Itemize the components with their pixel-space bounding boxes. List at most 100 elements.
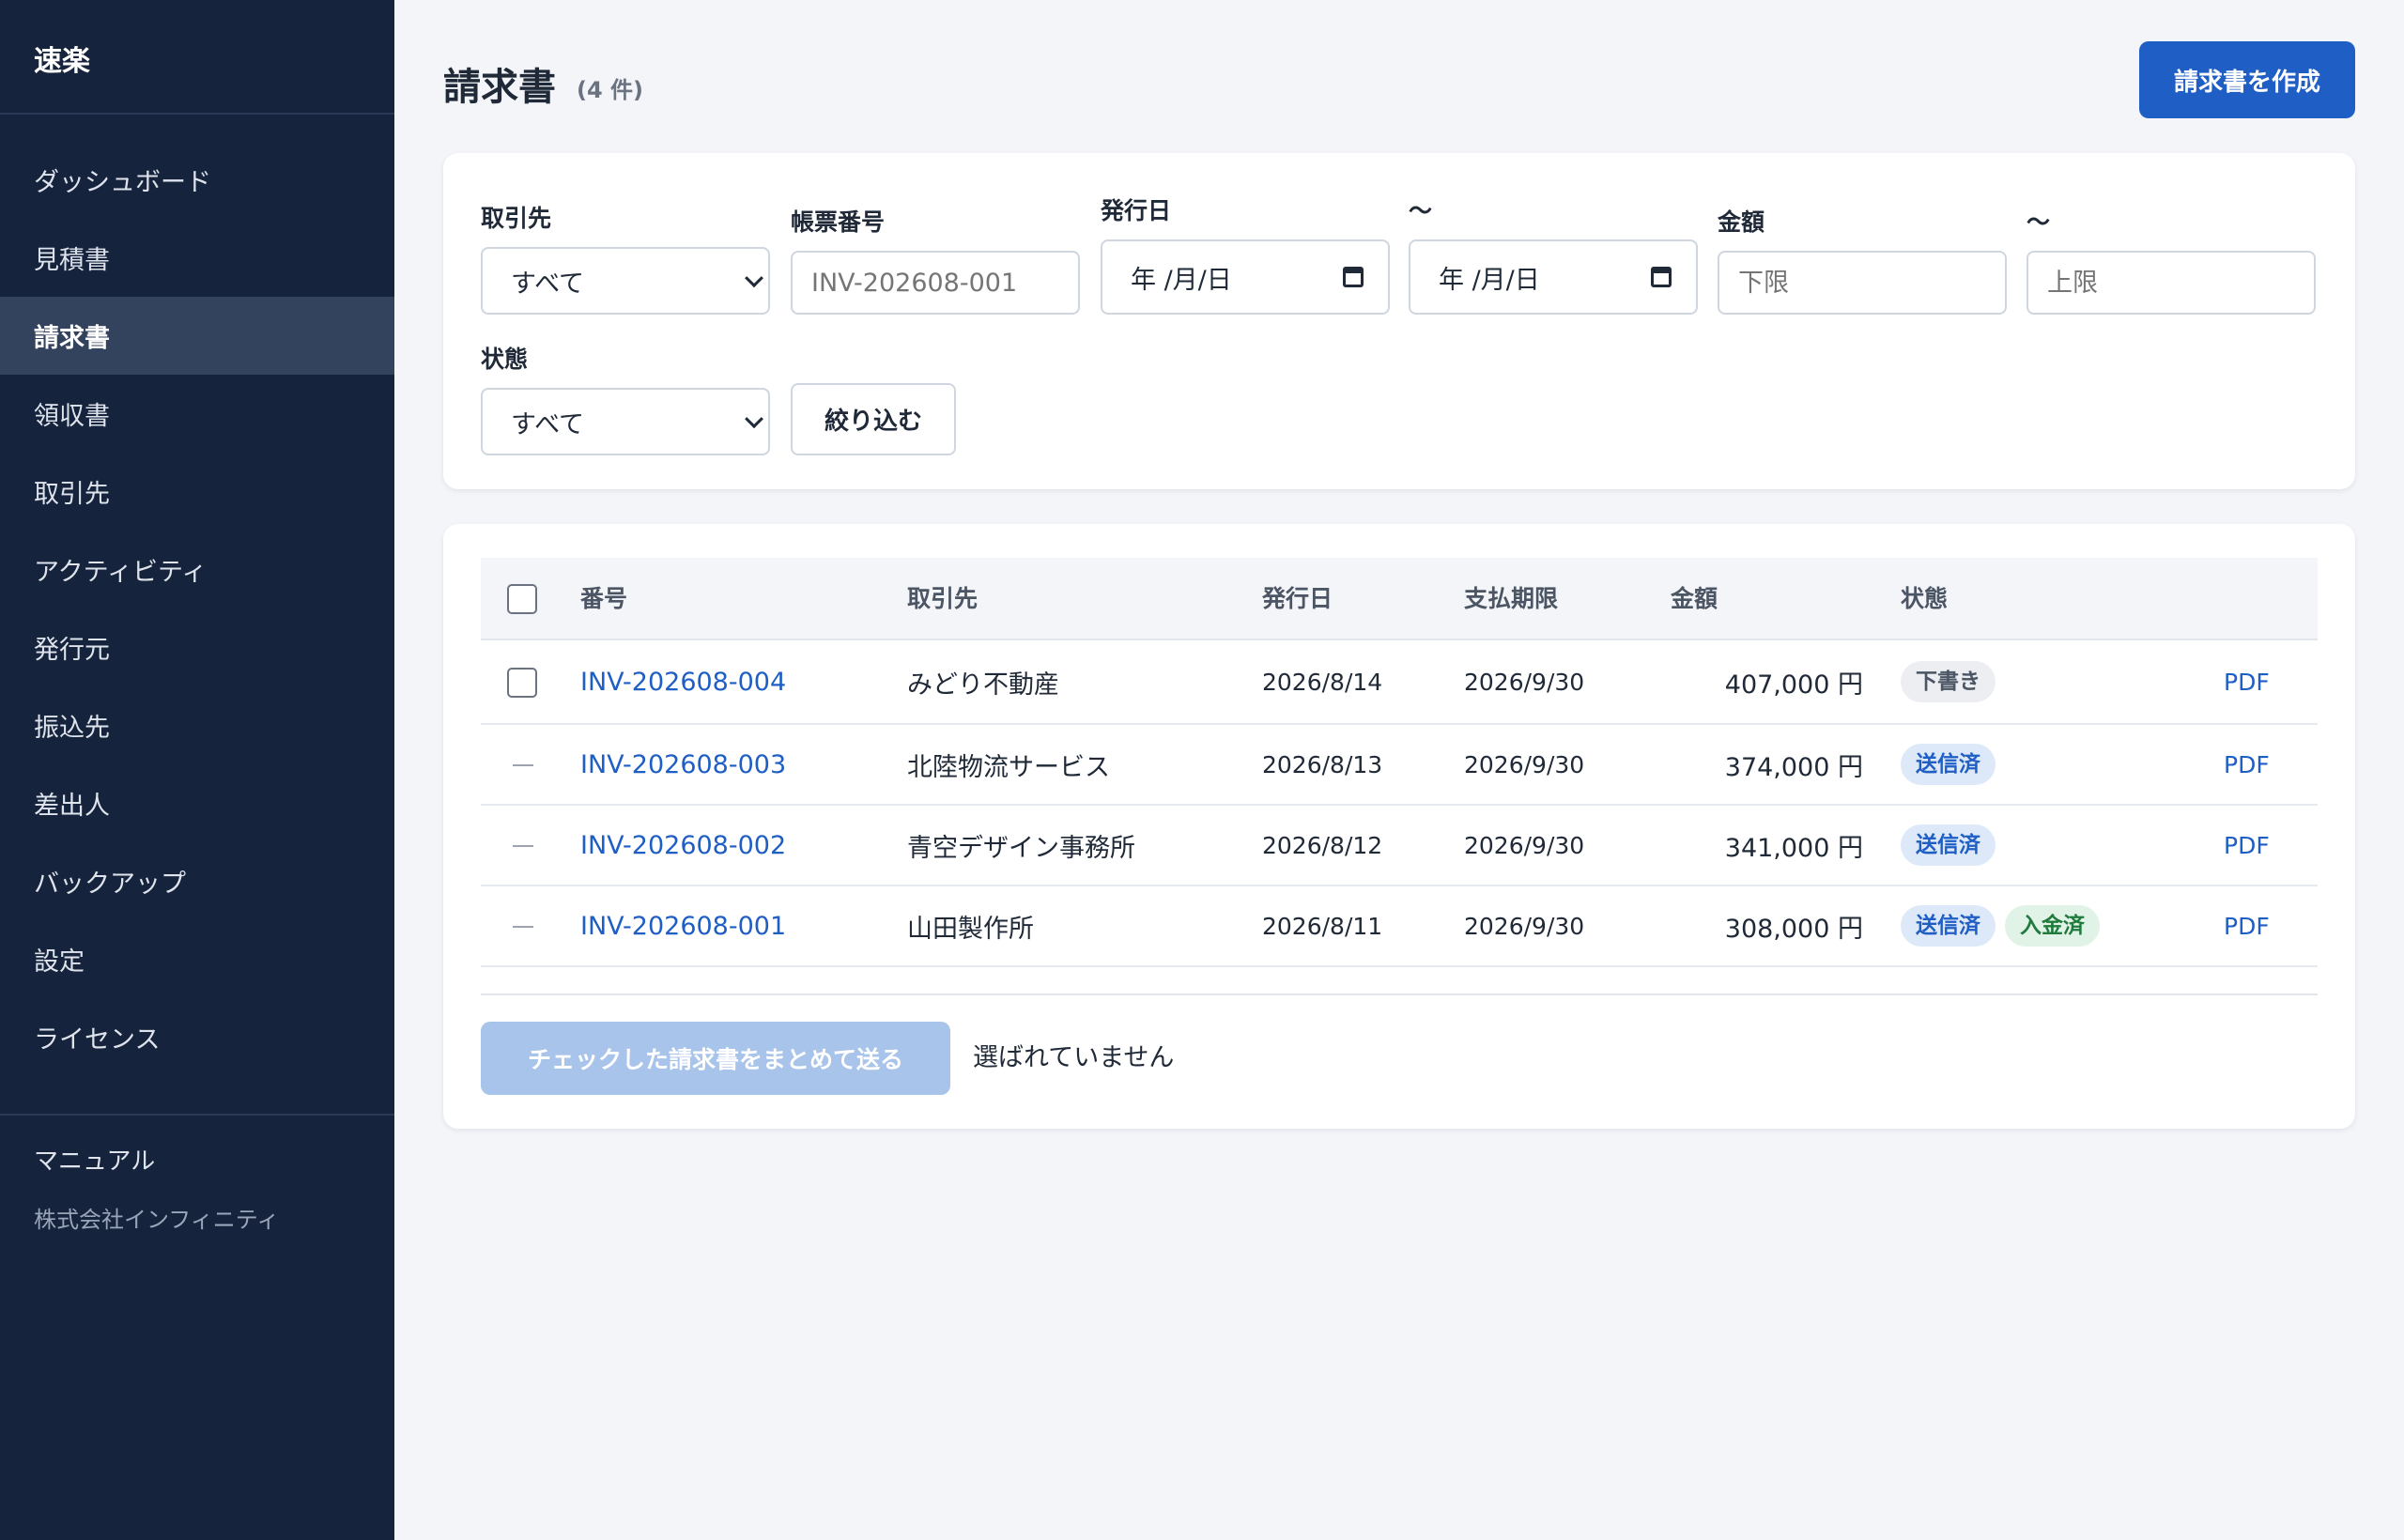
invoice-number[interactable]: INV-202608-003 bbox=[580, 750, 786, 779]
bulk-send-button[interactable]: チェックした請求書をまとめて送る bbox=[481, 1022, 950, 1095]
invoice-number[interactable]: INV-202608-002 bbox=[580, 831, 786, 860]
status-badge-sent: 送信済 bbox=[1901, 905, 1996, 947]
chevron-down-icon bbox=[745, 269, 763, 288]
issue-date: 2026/8/13 bbox=[1262, 750, 1383, 778]
status-select[interactable]: すべて bbox=[481, 388, 770, 455]
pdf-link-label[interactable]: PDF bbox=[2224, 751, 2270, 778]
column-header-number[interactable]: 番号 bbox=[580, 558, 627, 640]
pdf-link[interactable]: PDF bbox=[2224, 640, 2270, 723]
column-header-amount[interactable]: 金額 bbox=[1671, 558, 1718, 640]
invoice-number-link[interactable]: INV-202608-001 bbox=[580, 886, 786, 965]
invoice-table: 番号 取引先 発行日 支払期限 金額 状態 INV-202608-004 みどり… bbox=[443, 524, 2355, 1129]
pdf-link-label[interactable]: PDF bbox=[2224, 832, 2270, 859]
invoice-count: (4 件) bbox=[577, 77, 643, 103]
page-title: 請求書 bbox=[443, 66, 556, 109]
table-row[interactable]: INV-202608-001 山田製作所 2026/8/11 2026/9/30… bbox=[481, 886, 2318, 967]
status-badge-paid: 入金済 bbox=[2005, 905, 2100, 947]
not-selectable-dash bbox=[513, 926, 533, 928]
table-header: 番号 取引先 発行日 支払期限 金額 状態 bbox=[481, 558, 2318, 640]
due-date: 2026/9/30 bbox=[1464, 831, 1585, 859]
not-selectable-dash bbox=[513, 845, 533, 847]
issue-date-range-separator: 〜 bbox=[1409, 197, 1433, 224]
status-badge-draft: 下書き bbox=[1901, 661, 1996, 702]
table-row[interactable]: INV-202608-002 青空デザイン事務所 2026/8/12 2026/… bbox=[481, 806, 2318, 886]
sidebar-item-backup[interactable]: バックアップ bbox=[0, 842, 394, 920]
not-selectable-dash bbox=[513, 764, 533, 766]
pdf-link-label[interactable]: PDF bbox=[2224, 669, 2270, 696]
create-invoice-button[interactable]: 請求書を作成 bbox=[2139, 41, 2355, 118]
status-badge-sent: 送信済 bbox=[1901, 824, 1996, 866]
invoice-number-link[interactable]: INV-202608-003 bbox=[580, 725, 786, 804]
column-header-status[interactable]: 状態 bbox=[1901, 558, 1948, 640]
issue-date-from-value: 年 /月/日 bbox=[1131, 265, 1232, 295]
issue-date-to-input[interactable]: 年 /月/日 bbox=[1409, 239, 1698, 315]
pdf-link[interactable]: PDF bbox=[2224, 806, 2270, 885]
column-header-client[interactable]: 取引先 bbox=[907, 558, 978, 640]
client-select-value: すべて bbox=[511, 269, 585, 299]
status-cell: 送信済 bbox=[1901, 806, 2005, 885]
sidebar-item-settings[interactable]: 設定 bbox=[0, 920, 394, 998]
amount: 374,000 円 bbox=[1724, 752, 1863, 782]
sidebar-item-dashboard[interactable]: ダッシュボード bbox=[0, 141, 394, 219]
status-filter-label: 状態 bbox=[481, 346, 529, 373]
sidebar-item-receipts[interactable]: 領収書 bbox=[0, 375, 394, 453]
sidebar-item-license[interactable]: ライセンス bbox=[0, 998, 394, 1076]
select-all-checkbox[interactable] bbox=[507, 584, 537, 614]
amount-max-input[interactable] bbox=[2026, 251, 2316, 315]
sidebar-footer: マニュアル 株式会社インフィニティ bbox=[0, 1114, 394, 1234]
issue-date: 2026/8/11 bbox=[1262, 912, 1383, 940]
status-cell: 下書き bbox=[1901, 640, 2005, 723]
sidebar-item-clients[interactable]: 取引先 bbox=[0, 453, 394, 531]
client-name: 青空デザイン事務所 bbox=[907, 833, 1135, 863]
pdf-link-label[interactable]: PDF bbox=[2224, 913, 2270, 940]
selection-status: 選ばれていません bbox=[973, 1043, 1175, 1072]
issue-date: 2026/8/14 bbox=[1262, 668, 1383, 696]
column-header-issue-date[interactable]: 発行日 bbox=[1262, 558, 1333, 640]
invoice-number-link[interactable]: INV-202608-002 bbox=[580, 806, 786, 885]
sidebar: 速楽 ダッシュボード 見積書 請求書 領収書 取引先 アクティビティ 発行元 振… bbox=[0, 0, 394, 1540]
status-select-value: すべて bbox=[511, 409, 585, 439]
sidebar-item-activity[interactable]: アクティビティ bbox=[0, 531, 394, 608]
filter-panel: 取引先 すべて 帳票番号 発行日 年 /月/日 〜 年 /月/日 金額 〜 状態… bbox=[443, 153, 2355, 489]
amount: 308,000 円 bbox=[1724, 914, 1863, 944]
amount: 341,000 円 bbox=[1724, 833, 1863, 863]
sidebar-nav: ダッシュボード 見積書 請求書 領収書 取引先 アクティビティ 発行元 振込先 … bbox=[0, 115, 394, 1076]
calendar-icon[interactable] bbox=[1343, 267, 1364, 287]
issue-date-from-input[interactable]: 年 /月/日 bbox=[1101, 239, 1390, 315]
sidebar-item-bank-account[interactable]: 振込先 bbox=[0, 686, 394, 764]
sidebar-item-invoices[interactable]: 請求書 bbox=[0, 297, 394, 375]
sidebar-item-quotes[interactable]: 見積書 bbox=[0, 219, 394, 297]
status-badge-sent: 送信済 bbox=[1901, 744, 1996, 785]
amount-min-input[interactable] bbox=[1718, 251, 2007, 315]
due-date: 2026/9/30 bbox=[1464, 668, 1585, 696]
issue-date-to-value: 年 /月/日 bbox=[1439, 265, 1540, 295]
amount-label: 金額 bbox=[1718, 208, 1765, 236]
status-cell: 送信済 bbox=[1901, 725, 2005, 804]
column-header-due-date[interactable]: 支払期限 bbox=[1464, 558, 1558, 640]
pdf-link[interactable]: PDF bbox=[2224, 886, 2270, 965]
sidebar-item-issuer[interactable]: 発行元 bbox=[0, 608, 394, 686]
chevron-down-icon bbox=[745, 409, 763, 429]
manual-link[interactable]: マニュアル bbox=[34, 1142, 394, 1177]
invoice-number[interactable]: INV-202608-004 bbox=[580, 668, 786, 697]
amount-range-separator: 〜 bbox=[2026, 208, 2051, 236]
issue-date: 2026/8/12 bbox=[1262, 831, 1383, 859]
status-cell: 送信済 入金済 bbox=[1901, 886, 2109, 965]
brand-logo[interactable]: 速楽 bbox=[0, 0, 394, 115]
invoice-number-link[interactable]: INV-202608-004 bbox=[580, 640, 786, 723]
apply-filter-button[interactable]: 絞り込む bbox=[791, 383, 956, 455]
client-select[interactable]: すべて bbox=[481, 247, 770, 315]
invoice-number[interactable]: INV-202608-001 bbox=[580, 912, 786, 941]
doc-number-input[interactable] bbox=[791, 251, 1080, 315]
client-filter-label: 取引先 bbox=[481, 205, 552, 232]
due-date: 2026/9/30 bbox=[1464, 750, 1585, 778]
calendar-icon[interactable] bbox=[1651, 267, 1672, 287]
row-checkbox[interactable] bbox=[507, 668, 537, 698]
due-date: 2026/9/30 bbox=[1464, 912, 1585, 940]
client-name: みどり不動産 bbox=[907, 670, 1059, 700]
bulk-divider bbox=[481, 993, 2318, 995]
table-row[interactable]: INV-202608-003 北陸物流サービス 2026/8/13 2026/9… bbox=[481, 725, 2318, 806]
pdf-link[interactable]: PDF bbox=[2224, 725, 2270, 804]
sidebar-item-sender[interactable]: 差出人 bbox=[0, 764, 394, 842]
table-row[interactable]: INV-202608-004 みどり不動産 2026/8/14 2026/9/3… bbox=[481, 640, 2318, 725]
